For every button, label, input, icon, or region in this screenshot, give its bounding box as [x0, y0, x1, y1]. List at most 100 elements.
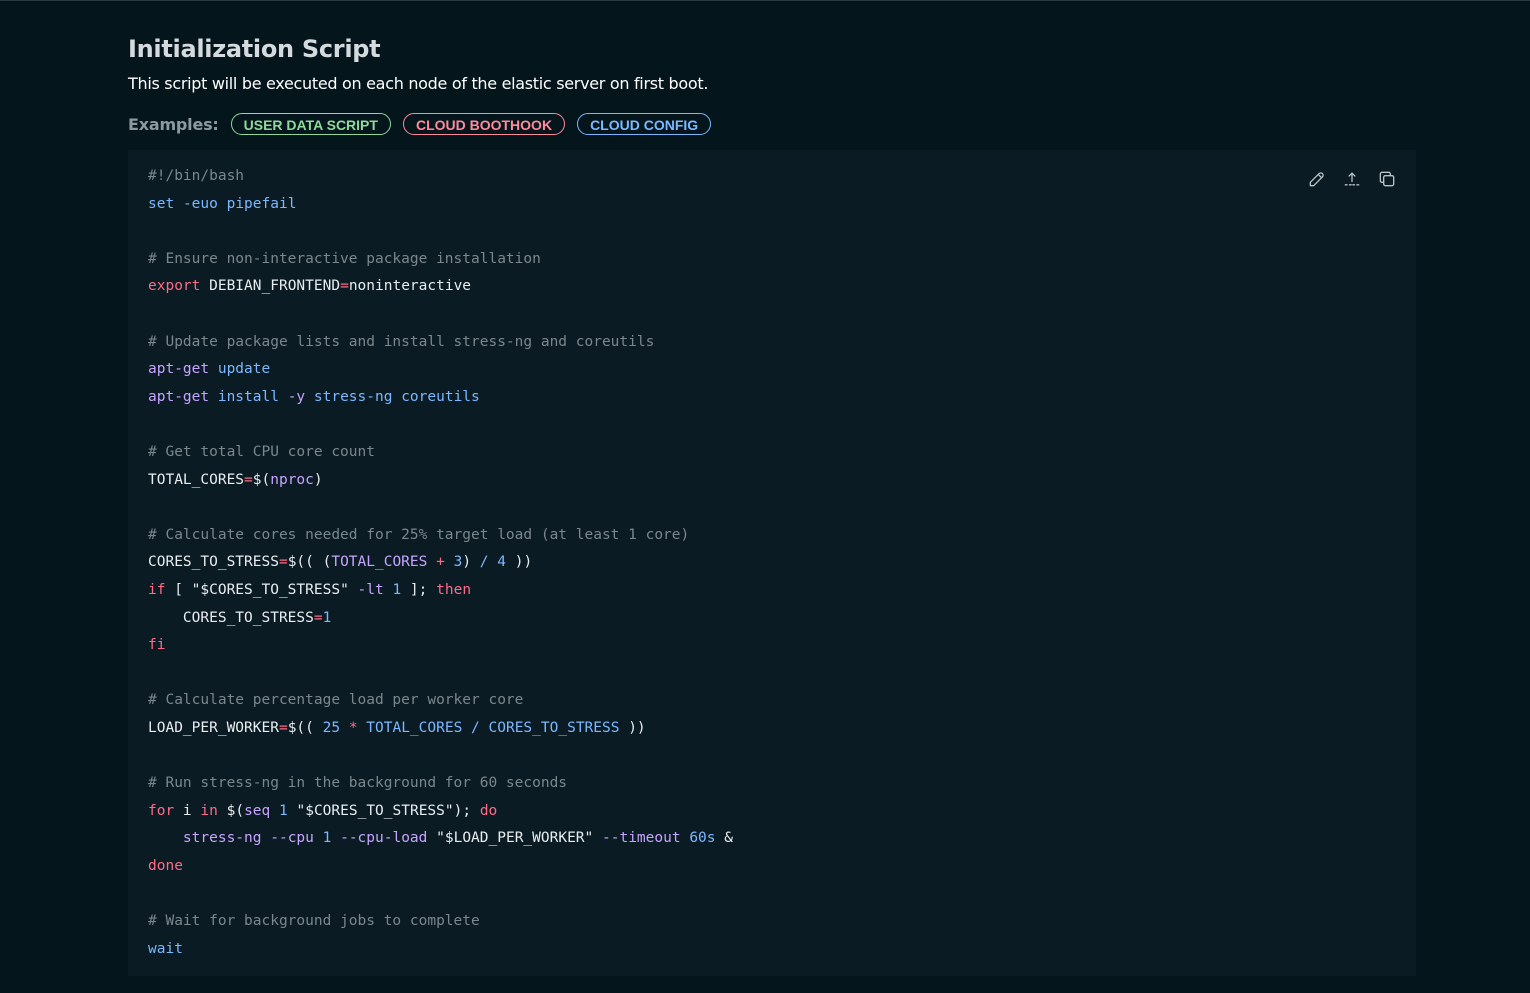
code-token: +: [436, 554, 445, 571]
code-line: #!/bin/bash: [148, 163, 733, 191]
code-token: nproc: [270, 471, 314, 488]
code-token: # Ensure non-interactive package install…: [148, 250, 541, 267]
code-token: /: [471, 719, 480, 736]
code-token: i: [174, 802, 201, 819]
code-line: CORES_TO_STRESS=$(( (TOTAL_CORES + 3) / …: [148, 549, 733, 577]
code-line: if [ "$CORES_TO_STRESS" -lt 1 ]; then: [148, 577, 733, 605]
code-token: fi: [148, 637, 166, 654]
init-script-section: Initialization Script This script will b…: [128, 30, 1416, 137]
code-token: # Calculate percentage load per worker c…: [148, 692, 524, 709]
copy-button[interactable]: [1376, 168, 1398, 190]
code-token: )): [619, 719, 646, 736]
code-token: TOTAL_CORES: [366, 719, 463, 736]
code-token: --cpu: [270, 830, 314, 847]
code-block[interactable]: #!/bin/bash set -euo pipefail # Ensure no…: [148, 163, 733, 963]
code-line: # Ensure non-interactive package install…: [148, 246, 733, 274]
code-line: # Run stress-ng in the background for 60…: [148, 770, 733, 798]
code-token: CORES_TO_STRESS: [148, 554, 279, 571]
code-token: ): [462, 554, 480, 571]
code-token: noninteractive: [348, 278, 472, 295]
upload-button[interactable]: [1341, 168, 1363, 190]
code-token: # Calculate cores needed for 25% target …: [148, 526, 690, 543]
code-token: TOTAL_CORES: [331, 554, 428, 571]
code-token: 1: [279, 802, 288, 819]
code-token: 4: [497, 554, 506, 571]
code-token: coreutils: [401, 388, 480, 405]
code-token: apt-get: [148, 388, 210, 405]
code-editor[interactable]: #!/bin/bash set -euo pipefail # Ensure no…: [128, 150, 1416, 976]
code-token: -lt: [357, 581, 384, 598]
code-token: [ "$CORES_TO_STRESS": [165, 581, 358, 598]
example-cloud-config-button[interactable]: CLOUD CONFIG: [577, 113, 712, 135]
code-token: # Run stress-ng in the background for 60…: [148, 775, 568, 792]
code-token: in: [200, 802, 218, 819]
code-token: # Update package lists and install stres…: [148, 333, 655, 350]
example-cloud-boothook-button[interactable]: CLOUD BOOTHOOK: [402, 113, 566, 135]
code-line: # Calculate percentage load per worker c…: [148, 687, 733, 715]
code-token: wait: [148, 940, 183, 957]
code-token: $(: [252, 471, 271, 488]
code-line: set -euo pipefail: [148, 191, 733, 219]
editor-toolbar: [1306, 168, 1398, 190]
code-token: -euo: [182, 195, 218, 212]
copy-icon: [1379, 171, 1395, 187]
code-line: apt-get update: [148, 356, 733, 384]
code-token: =: [340, 278, 349, 295]
code-line: # Wait for background jobs to complete: [148, 908, 733, 936]
upload-icon: [1344, 172, 1360, 186]
code-token: stress-ng: [182, 830, 262, 847]
code-token: =: [278, 554, 288, 571]
edit-button[interactable]: [1306, 168, 1328, 190]
code-token: $((: [287, 719, 323, 736]
examples-row: Examples: USER DATA SCRIPT CLOUD BOOTHOO…: [128, 111, 1416, 137]
examples-label: Examples:: [128, 114, 219, 134]
code-token: &: [715, 830, 733, 847]
code-token: DEBIAN_FRONTEND: [200, 278, 341, 295]
code-token: "$CORES_TO_STRESS");: [287, 802, 480, 819]
code-token: # Wait for background jobs to complete: [148, 913, 480, 930]
code-line: done: [148, 853, 733, 881]
code-token: --cpu-load: [340, 830, 428, 847]
code-line: for i in $(seq 1 "$CORES_TO_STRESS"); do: [148, 798, 733, 826]
code-token: =: [244, 471, 253, 488]
code-token: stress-ng: [313, 388, 393, 405]
code-token: export: [148, 278, 201, 295]
code-token: set: [148, 195, 175, 212]
code-token: apt-get: [148, 361, 210, 378]
code-line: LOAD_PER_WORKER=$(( 25 * TOTAL_CORES / C…: [148, 715, 733, 743]
code-token: ];: [401, 581, 437, 598]
code-line: export DEBIAN_FRONTEND=noninteractive: [148, 273, 733, 301]
example-user-data-script-button[interactable]: USER DATA SCRIPT: [230, 113, 391, 135]
code-token: 25: [322, 719, 341, 736]
code-token: /: [479, 554, 489, 571]
edit-icon: [1309, 172, 1324, 187]
code-line: wait: [148, 936, 733, 964]
code-token: if: [148, 581, 166, 598]
code-line: stress-ng --cpu 1 --cpu-load "$LOAD_PER_…: [148, 825, 733, 853]
code-token: CORES_TO_STRESS: [488, 719, 620, 736]
code-token: #!/bin/bash: [148, 168, 245, 184]
code-token: =: [278, 719, 288, 736]
code-line: apt-get install -y stress-ng coreutils: [148, 384, 733, 412]
code-token: install: [217, 388, 279, 405]
